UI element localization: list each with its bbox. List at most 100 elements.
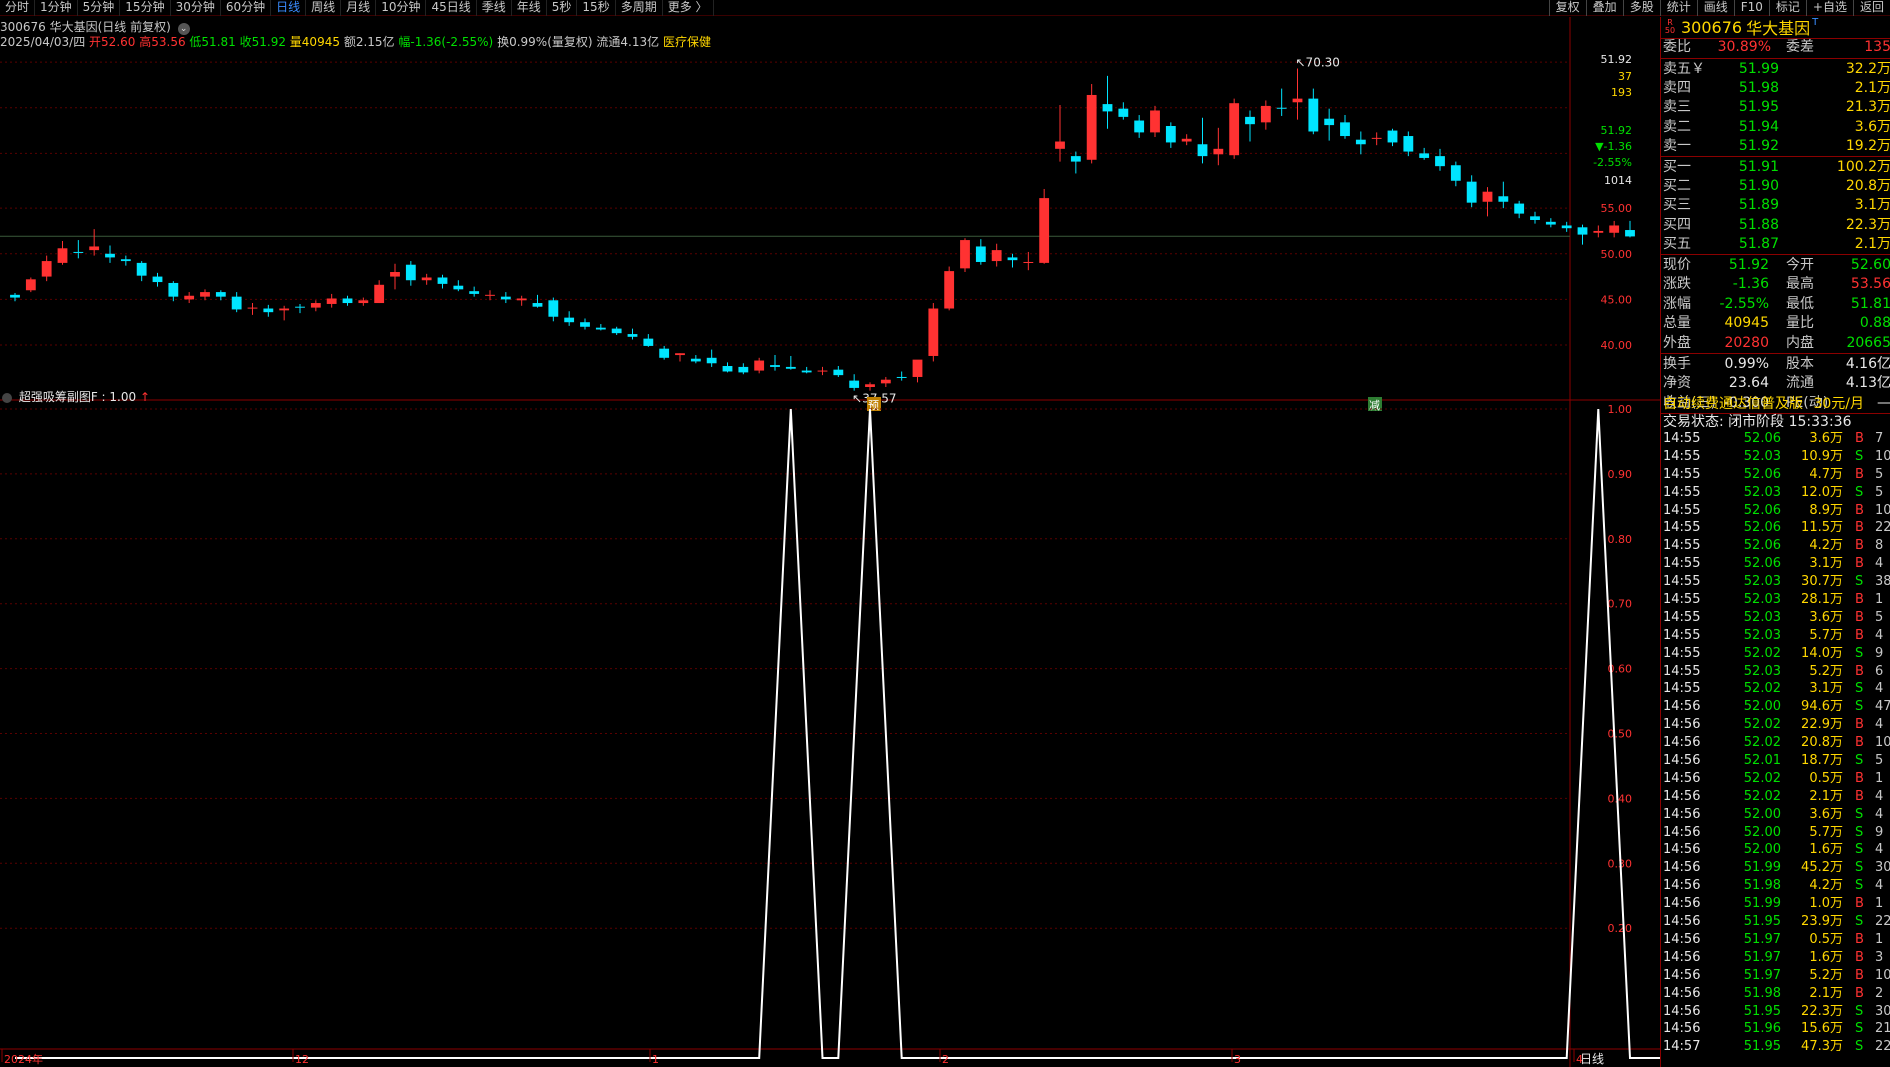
stat-label: 涨跌 [1663, 276, 1691, 293]
toolbar-button[interactable]: F10 [1733, 0, 1769, 16]
toolbar-button[interactable]: 复权 [1548, 0, 1586, 16]
period-tab[interactable]: 60分钟 [221, 0, 272, 16]
tick-row: 14:56 51.95 22.3万 S 30 [1661, 1003, 1890, 1021]
tick-price: 51.97 [1743, 931, 1781, 947]
period-tab[interactable]: 30分钟 [171, 0, 221, 16]
tick-row: 14:56 51.98 2.1万 B 2 [1661, 985, 1890, 1003]
tick-count: 22 [1875, 914, 1890, 930]
promo-banner[interactable]: 自动续费通达信普及版 30元/月 [1663, 393, 1864, 413]
tick-price: 51.95 [1743, 1003, 1781, 1019]
period-tab[interactable]: 分时 [0, 0, 36, 16]
candle-body [469, 291, 480, 294]
stat-value: — [1877, 394, 1890, 411]
period-tab[interactable]: 周线 [306, 0, 342, 16]
toolbar-button[interactable]: 返回 [1852, 0, 1890, 16]
period-tab[interactable]: 45日线 [426, 0, 477, 16]
tick-price: 51.96 [1743, 1021, 1781, 1037]
period-tab[interactable]: 多周期 [616, 0, 663, 16]
candle-body [136, 262, 147, 276]
candle-body [960, 240, 970, 269]
tick-time: 14:56 [1663, 699, 1701, 715]
toolbar-button[interactable]: 统计 [1659, 0, 1697, 16]
webi-row: 委比 30.89% 委差 135 [1661, 38, 1890, 57]
tick-volume: 3.6万 [1809, 609, 1843, 625]
indicator-title[interactable]: 超强吸筹副图F : 1.00 ↑ [2, 388, 150, 405]
stat-label: 量比 [1786, 315, 1814, 332]
candle-body [1435, 156, 1445, 167]
max-price-label: ↖70.30 [1296, 56, 1340, 70]
stat-value: 20665 [1846, 334, 1890, 351]
stat-row: 外盘 20280 内盘 20665 [1661, 334, 1890, 353]
right-toolbar: 复权 叠加 多股 统计 画线 F10 标记 +自选 返回 [1548, 0, 1890, 16]
toolbar-button[interactable]: 标记 [1768, 0, 1806, 16]
tick-price: 52.03 [1743, 592, 1781, 608]
period-tab[interactable]: 日线 [271, 0, 307, 16]
candle-body [1102, 104, 1113, 112]
period-tab[interactable]: 月线 [341, 0, 377, 16]
toolbar-button[interactable]: 画线 [1696, 0, 1734, 16]
date-label: 2024年 [4, 1052, 43, 1066]
stat-label: 股本 [1786, 356, 1814, 372]
tick-row: 14:56 52.02 20.8万 B 10 [1661, 734, 1890, 752]
candle-body [1276, 107, 1287, 109]
tick-row: 14:56 52.02 22.9万 B 4 [1661, 716, 1890, 734]
chart-area[interactable]: 55.00 50.00 45.00 40.00 51.92 37 193 51.92 ▼-1.3… [0, 17, 1660, 1067]
period-tab[interactable]: 10分钟 [376, 0, 427, 16]
tick-price: 52.02 [1743, 717, 1781, 733]
tick-list[interactable]: 14:55 52.06 3.6万 B 7 14:55 52.03 10.9万 S 10 14:55 5… [1661, 430, 1890, 1056]
tick-side: S [1855, 645, 1864, 661]
toolbar-button[interactable]: 多股 [1622, 0, 1660, 16]
candle-body [105, 253, 115, 258]
candle-body [453, 285, 464, 290]
candle-body [817, 370, 828, 372]
trade-status: 交易状态: 闭市阶段 15:33:36 [1663, 414, 1852, 430]
candle-body [865, 384, 875, 387]
candle-body [1023, 261, 1034, 263]
tick-row: 14:56 52.00 1.6万 S 4 [1661, 841, 1890, 859]
tick-volume: 2.1万 [1809, 985, 1843, 1001]
period-tab[interactable]: 年线 [512, 0, 547, 16]
candle-body [247, 307, 258, 309]
period-tab[interactable]: 1分钟 [35, 0, 78, 16]
indicator-close-icon[interactable] [2, 392, 12, 403]
row-price: 51.95 [1738, 99, 1779, 116]
tick-time: 14:56 [1663, 770, 1701, 786]
tick-time: 14:55 [1663, 520, 1701, 536]
candle-body [912, 359, 923, 377]
candle-body [1387, 130, 1398, 143]
candle-body [1086, 94, 1097, 160]
period-tab[interactable]: 5秒 [547, 0, 578, 16]
tick-price: 52.02 [1743, 735, 1781, 751]
tick-volume: 2.1万 [1809, 788, 1843, 804]
stat-value: 0.88 [1859, 315, 1890, 332]
price-tick-label: 55.00 [1601, 202, 1633, 215]
divider [1661, 353, 1890, 354]
tick-side: S [1855, 842, 1864, 858]
period-tab[interactable]: 15分钟 [120, 0, 171, 16]
row-volume: 20.8万 [1845, 178, 1890, 195]
stat-label: 涨幅 [1663, 295, 1691, 312]
info-sector[interactable]: 医疗保健 [663, 35, 711, 49]
candle-body [184, 295, 195, 300]
tick-volume: 4.7万 [1809, 466, 1843, 482]
toolbar-button[interactable]: +自选 [1805, 0, 1853, 16]
period-tab[interactable]: 更多 〉 [663, 0, 714, 16]
period-tab[interactable]: 5分钟 [78, 0, 121, 16]
toolbar-button[interactable]: 叠加 [1585, 0, 1623, 16]
tick-count: 4 [1875, 717, 1884, 733]
kline-chart[interactable]: 55.0050.0045.0040.0051.923719351.92▼-1.3… [0, 17, 1660, 1067]
tick-price: 52.03 [1743, 627, 1781, 643]
period-tab[interactable]: 15秒 [577, 0, 616, 16]
tick-price: 52.02 [1743, 681, 1781, 697]
candle-body [1498, 196, 1509, 202]
period-tab[interactable]: 季线 [477, 0, 512, 16]
tick-side: B [1855, 770, 1864, 786]
stat-label: 今开 [1786, 257, 1814, 273]
candle-body [785, 366, 796, 369]
webi-label: 委比 [1663, 39, 1691, 55]
stat-value: 4.13亿 [1845, 375, 1890, 392]
candle-body [627, 334, 638, 337]
candle-body [706, 357, 717, 364]
stat-value: 4.16亿 [1845, 356, 1890, 372]
candle-body [89, 246, 100, 251]
